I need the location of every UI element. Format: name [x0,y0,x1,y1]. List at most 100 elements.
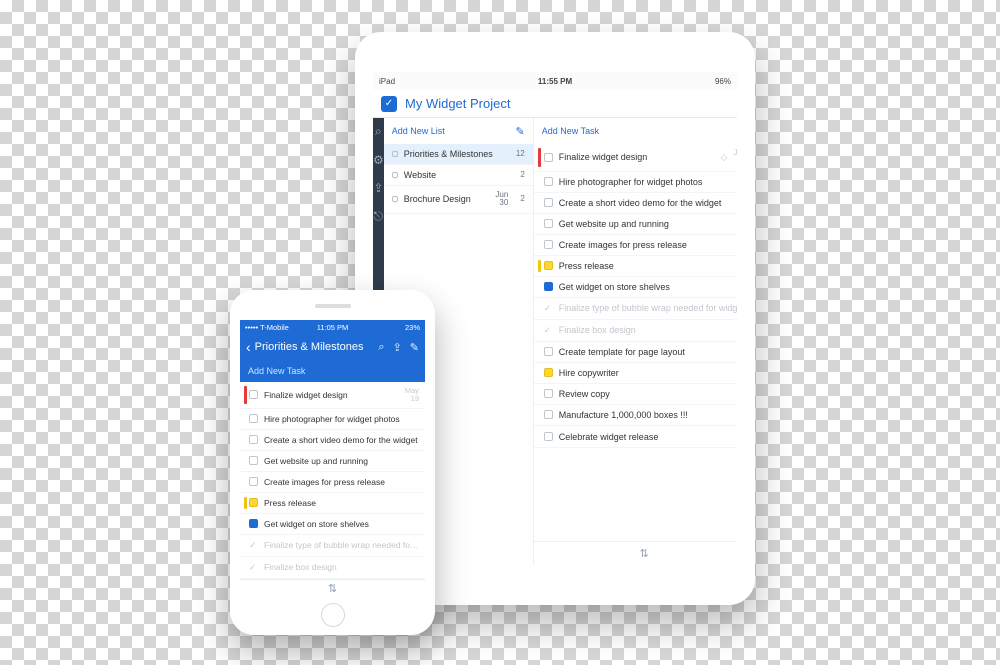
task-row[interactable]: Celebrate widget release▯ [534,426,737,449]
task-row[interactable]: Create images for press release [534,235,737,256]
task-row[interactable]: Get website up and running◇ [534,214,737,235]
list-date: Jun30 [495,191,508,208]
list-name: Priorities & Milestones [404,149,510,159]
task-checkbox[interactable] [249,456,258,465]
list-item[interactable]: Priorities & Milestones 12 [384,144,533,165]
back-icon[interactable]: ‹ [246,339,251,355]
task-title: Finalize type of bubble wrap needed for … [559,303,737,313]
add-new-task-ipad[interactable]: Add New Task ✎ [534,118,737,144]
task-checkbox[interactable] [544,410,553,419]
task-row[interactable]: Get website up and running [240,451,425,472]
task-checkbox[interactable] [544,177,553,186]
task-title: Hire photographer for widget photos [559,177,737,187]
task-row[interactable]: Review copy [534,384,737,405]
task-row[interactable]: Manufacture 1,000,000 boxes !!! [534,405,737,426]
task-checkbox[interactable] [249,519,258,528]
task-title: Create images for press release [264,477,419,487]
task-due-date: May19 [405,387,419,403]
status-time: 11:05 PM [317,323,349,332]
task-checkbox[interactable] [544,282,553,291]
task-row[interactable]: Finalize widget design◇Jun30 [534,144,737,172]
task-row[interactable]: Create a short video demo for the widget [534,193,737,214]
add-new-task-label: Add New Task [248,366,305,376]
list-name: Brochure Design [404,194,490,204]
priority-flag [538,148,541,167]
task-row[interactable]: ✓Finalize box design [534,320,737,342]
ipad-panes: Add New List ✎ Priorities & Milestones 12… [384,118,737,565]
sort-footer-ipad[interactable]: ⇅ [534,541,737,565]
status-left: iPad [379,77,395,86]
home-button[interactable] [321,603,345,627]
share-icon[interactable]: ⎋ [374,209,384,224]
task-row[interactable]: ✓ Finalize type of bubble wrap needed for… [534,298,737,320]
archive-icon[interactable]: ⇪ [373,181,383,195]
share-icon[interactable]: ⇪ [393,341,402,354]
project-title[interactable]: My Widget Project [405,96,510,111]
task-title: Hire copywriter [559,368,737,378]
task-checkbox[interactable] [249,498,258,507]
task-title: Finalize box design [264,562,419,572]
settings-icon[interactable]: ⚙ [373,153,384,167]
task-checkbox[interactable] [249,477,258,486]
iphone-tasks: Finalize widget design May19 Hire photogra… [240,382,425,579]
nav-title[interactable]: Priorities & Milestones [255,341,371,353]
task-checkbox[interactable] [249,390,258,399]
task-row[interactable]: Get widget on store shelves◇ [534,277,737,298]
check-icon: ✓ [249,540,258,551]
task-title: Manufacture 1,000,000 boxes !!! [559,410,737,420]
task-title: Finalize widget design [264,390,399,400]
check-icon: ✓ [544,303,553,314]
tag-icon[interactable]: ◇ [721,153,728,162]
list-item[interactable]: Brochure DesignJun302 [384,186,533,214]
task-row[interactable]: Get widget on store shelves [240,514,425,535]
task-row[interactable]: Press release [240,493,425,514]
app-icon[interactable]: ✓ [381,96,397,112]
search-icon[interactable]: ⌕ [378,341,384,354]
task-title: Finalize widget design [559,152,715,162]
task-checkbox[interactable] [544,261,553,270]
priority-flag [244,386,247,404]
task-checkbox[interactable] [544,432,553,441]
task-title: Finalize type of bubble wrap needed for … [264,540,419,550]
task-title: Create a short video demo for the widget [559,198,737,208]
task-checkbox[interactable] [544,219,553,228]
task-checkbox[interactable] [544,198,553,207]
task-checkbox[interactable] [544,389,553,398]
task-checkbox[interactable] [544,240,553,249]
list-item[interactable]: Website2 [384,165,533,186]
task-checkbox[interactable] [544,153,553,162]
task-title: Hire photographer for widget photos [264,414,419,424]
task-title: Get website up and running [264,456,419,466]
priority-flag [538,260,541,272]
task-row[interactable]: Create images for press release [240,472,425,493]
task-title: Review copy [559,389,737,399]
task-row[interactable]: Hire copywriter [534,363,737,384]
search-icon[interactable]: ⌕ [375,124,382,139]
iphone-screen: ••••• T-Mobile 11:05 PM 23% ‹ Priorities… [240,320,425,597]
check-icon: ✓ [249,562,258,573]
task-checkbox[interactable] [249,414,258,423]
add-new-list[interactable]: Add New List ✎ [384,118,533,144]
add-new-task-label: Add New Task [542,126,599,136]
speaker [315,304,351,308]
task-checkbox[interactable] [544,347,553,356]
task-row[interactable]: ✓ Finalize type of bubble wrap needed for… [240,535,425,557]
task-row[interactable]: Create template for page layout [534,342,737,363]
task-checkbox[interactable] [249,435,258,444]
task-checkbox[interactable] [544,368,553,377]
edit-icon[interactable]: ✎ [410,341,419,354]
task-row[interactable]: Press release [534,256,737,277]
task-title: Get widget on store shelves [264,519,419,529]
carrier: ••••• T-Mobile [245,323,289,332]
task-row[interactable]: Finalize widget design May19 [240,382,425,409]
task-row[interactable]: Create a short video demo for the widget [240,430,425,451]
task-row[interactable]: Hire photographer for widget photos [240,409,425,430]
task-row[interactable]: ✓ Finalize box design [240,557,425,579]
status-time: 11:55 PM [538,77,572,86]
task-row[interactable]: Hire photographer for widget photos [534,172,737,193]
ipad-header: ✓ My Widget Project [373,90,737,118]
add-new-task-iphone[interactable]: Add New Task [240,360,425,382]
sort-footer-iphone[interactable]: ⇅ [240,579,425,597]
edit-icon[interactable]: ✎ [516,125,525,138]
list-count: 12 [516,150,525,158]
